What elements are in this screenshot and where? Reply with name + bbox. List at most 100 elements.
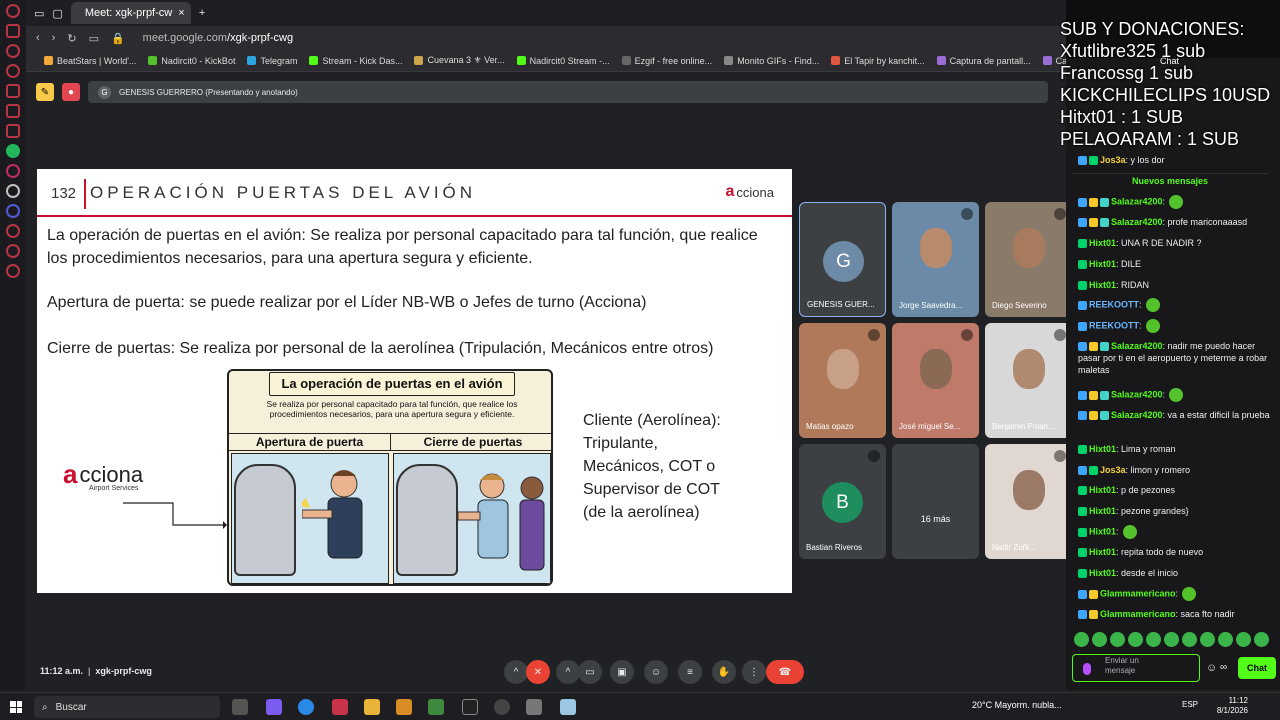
emoji-button[interactable]: ☺: [644, 660, 668, 684]
file-explorer-icon[interactable]: [364, 699, 380, 715]
emote-icon[interactable]: [1182, 632, 1197, 647]
participant-tile[interactable]: Jorge Saavedra...: [892, 202, 979, 317]
emote-picker-icon[interactable]: ☺: [1206, 662, 1217, 674]
bookmark-item[interactable]: Nadircit0 - KickBot: [148, 56, 235, 66]
weather-widget[interactable]: 20°C Mayorm. nubla...: [972, 700, 1062, 710]
app-icon[interactable]: [526, 699, 542, 715]
bookmark-item[interactable]: Ezgif - free online...: [621, 56, 712, 66]
emote-icon[interactable]: [1200, 632, 1215, 647]
leave-call-button[interactable]: ☎: [766, 660, 804, 684]
emote-icon[interactable]: [1146, 632, 1161, 647]
task-view-icon[interactable]: [232, 699, 248, 715]
record-icon[interactable]: ●: [62, 83, 80, 101]
mic-off-button[interactable]: ✕: [526, 660, 550, 684]
chat-username[interactable]: Hixt01: [1089, 259, 1116, 269]
chat-username[interactable]: Hixt01: [1089, 568, 1116, 578]
chat-username[interactable]: REEKOOTT: [1089, 299, 1139, 309]
chat-username[interactable]: Hixt01: [1089, 238, 1116, 248]
app-icon[interactable]: [560, 699, 576, 715]
taskbar-clock[interactable]: 11:12 8/1/2026: [1200, 696, 1248, 716]
chat-username[interactable]: Salazar4200: [1111, 196, 1163, 206]
chevron-up-icon[interactable]: ^: [504, 660, 528, 684]
tab-icon[interactable]: ▢: [52, 7, 62, 20]
captions-button[interactable]: ≡: [678, 660, 702, 684]
bookmark-item[interactable]: Nadircit0 Stream -...: [516, 56, 610, 66]
chat-username[interactable]: REEKOOTT: [1089, 320, 1139, 330]
chat-username[interactable]: Hixt01: [1089, 444, 1116, 454]
participant-tile[interactable]: Benjamin Polan...: [985, 323, 1072, 438]
camera-icon[interactable]: ▭: [89, 32, 99, 45]
camera-button[interactable]: ▭: [578, 660, 602, 684]
chat-username[interactable]: Hixt01: [1089, 506, 1116, 516]
chat-username[interactable]: Glammamericano: [1100, 609, 1176, 619]
participant-tile[interactable]: 16 más: [892, 444, 979, 559]
app-icon[interactable]: [494, 699, 510, 715]
taskbar-search[interactable]: ⌕ Buscar: [34, 696, 220, 718]
chat-username[interactable]: Jos3a: [1100, 465, 1126, 475]
forward-icon[interactable]: ›: [52, 32, 56, 44]
chat-input[interactable]: Enviar un mensaje: [1072, 654, 1200, 682]
raise-hand-button[interactable]: ✋: [712, 660, 736, 684]
app-icon[interactable]: [396, 699, 412, 715]
settings-icon[interactable]: [6, 264, 20, 278]
chat-username[interactable]: Salazar4200: [1111, 410, 1163, 420]
bookmark-item[interactable]: Telegram: [247, 56, 297, 66]
bookmark-item[interactable]: Cuevana 3 ⚜ Ver...: [414, 55, 505, 66]
chat-username[interactable]: Hixt01: [1089, 280, 1116, 290]
chat-username[interactable]: Hixt01: [1089, 547, 1116, 557]
chat-username[interactable]: Jos3a: [1100, 155, 1126, 165]
emote-icon[interactable]: [1254, 632, 1269, 647]
sidebar-app-icon[interactable]: [6, 224, 20, 238]
epic-games-icon[interactable]: [462, 699, 478, 715]
participant-tile[interactable]: G GENESIS GUER...: [799, 202, 886, 317]
emote-icon[interactable]: [1110, 632, 1125, 647]
windows-start-icon[interactable]: [10, 701, 22, 713]
back-icon[interactable]: ‹: [36, 32, 40, 44]
participant-tile[interactable]: Diego Severino: [985, 202, 1072, 317]
sidebar-app-icon[interactable]: [6, 104, 20, 118]
sidebar-app-icon[interactable]: [6, 84, 20, 98]
participant-tile[interactable]: José miguel Se...: [892, 323, 979, 438]
tiktok-icon[interactable]: [6, 184, 20, 198]
mic-icon[interactable]: [1083, 663, 1091, 675]
participant-tile[interactable]: B Bastian Riveros: [799, 444, 886, 559]
edge-icon[interactable]: [298, 699, 314, 715]
emote-icon[interactable]: [1092, 632, 1107, 647]
chevron-up-icon[interactable]: ^: [556, 660, 580, 684]
bookmark-item[interactable]: Stream - Kick Das...: [309, 56, 402, 66]
sidebar-app-icon[interactable]: [6, 24, 20, 38]
sidebar-app-icon[interactable]: [6, 64, 20, 78]
chat-username[interactable]: Salazar4200: [1111, 389, 1163, 399]
language-indicator[interactable]: ESP: [1182, 700, 1198, 709]
chat-username[interactable]: Hixt01: [1089, 485, 1116, 495]
sidebar-app-icon[interactable]: [6, 44, 20, 58]
emote-icon[interactable]: [1128, 632, 1143, 647]
annotation-icon[interactable]: ✎: [36, 83, 54, 101]
opera-logo-icon[interactable]: [6, 4, 20, 18]
emote-icon[interactable]: [1218, 632, 1233, 647]
instagram-icon[interactable]: [6, 164, 20, 178]
emote-icon[interactable]: [1074, 632, 1089, 647]
whatsapp-icon[interactable]: [6, 144, 20, 158]
bookmark-item[interactable]: Captura de pantall...: [936, 56, 1031, 66]
participant-tile[interactable]: Matias opazo: [799, 323, 886, 438]
app-icon[interactable]: [428, 699, 444, 715]
close-icon[interactable]: ×: [178, 7, 184, 19]
tab-meet[interactable]: Meet: xgk-prpf-cw ×: [70, 2, 191, 24]
copilot-icon[interactable]: [266, 699, 282, 715]
link-icon[interactable]: ∞: [1220, 662, 1227, 673]
chat-username[interactable]: Salazar4200: [1111, 217, 1163, 227]
url-field[interactable]: meet.google.com/xgk-prpf-cwg: [143, 32, 293, 44]
chat-username[interactable]: Glammamericano: [1100, 588, 1176, 598]
bookmark-item[interactable]: Monito GIFs - Find...: [724, 56, 819, 66]
chat-username[interactable]: Salazar4200: [1111, 341, 1163, 351]
bookmark-item[interactable]: BeatStars | World'...: [44, 56, 136, 66]
discord-icon[interactable]: [6, 204, 20, 218]
new-tab-icon[interactable]: +: [199, 7, 205, 19]
emote-icon[interactable]: [1164, 632, 1179, 647]
sidebar-app-icon[interactable]: [6, 124, 20, 138]
opera-icon[interactable]: [332, 699, 348, 715]
workspace-icon[interactable]: ▭: [34, 7, 44, 20]
participant-tile[interactable]: Nadir Zuñi...: [985, 444, 1072, 559]
chat-send-button[interactable]: Chat: [1238, 657, 1276, 679]
